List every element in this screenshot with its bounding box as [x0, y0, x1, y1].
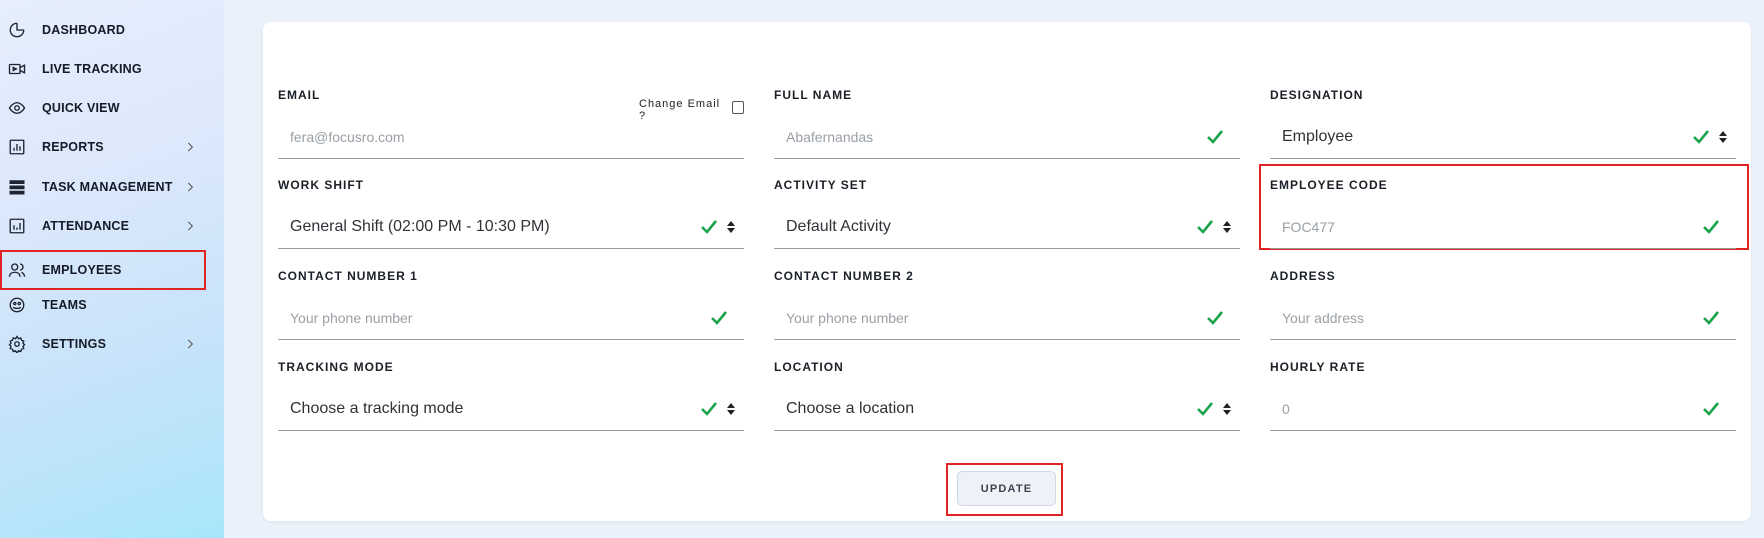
sidebar-item-label: TASK MANAGEMENT — [42, 180, 173, 194]
sidebar-item-label: ATTENDANCE — [42, 219, 130, 233]
designation-field: DESIGNATION Employee — [1270, 88, 1736, 168]
chevron-right-icon — [183, 219, 197, 233]
sidebar-item-teams[interactable]: TEAMS — [2, 286, 205, 324]
activity-set-value: Default Activity — [786, 218, 891, 235]
employee-code-input[interactable]: FOC477 — [1270, 206, 1736, 249]
address-field: ADDRESS Your address — [1270, 269, 1736, 349]
address-label: ADDRESS — [1270, 269, 1336, 283]
email-label: EMAIL — [278, 88, 321, 102]
address-input[interactable]: Your address — [1270, 297, 1736, 340]
address-placeholder: Your address — [1282, 310, 1364, 326]
sidebar-item-label: REPORTS — [42, 140, 104, 154]
sidebar-item-dashboard[interactable]: DASHBOARD — [2, 11, 205, 49]
location-value: Choose a location — [786, 400, 915, 417]
check-icon — [1702, 219, 1720, 235]
server-stack-icon — [7, 177, 27, 197]
designation-select[interactable]: Employee — [1270, 116, 1736, 159]
work-shift-field: WORK SHIFT General Shift (02:00 PM - 10:… — [278, 178, 744, 258]
eye-icon — [7, 98, 27, 118]
sort-arrows-icon — [1222, 220, 1232, 234]
contact-number-1-label: CONTACT NUMBER 1 — [278, 269, 418, 283]
sidebar-item-live-tracking[interactable]: LIVE TRACKING — [2, 50, 205, 88]
activity-set-label: ACTIVITY SET — [774, 178, 868, 192]
sidebar-item-quick-view[interactable]: QUICK VIEW — [2, 89, 205, 127]
sort-arrows-icon — [726, 402, 736, 416]
employee-code-field: EMPLOYEE CODE FOC477 — [1259, 164, 1749, 258]
sort-arrows-icon — [1718, 130, 1728, 144]
employee-code-placeholder: FOC477 — [1282, 219, 1335, 235]
tracking-mode-select[interactable]: Choose a tracking mode — [278, 388, 744, 431]
tracking-mode-value: Choose a tracking mode — [290, 400, 464, 417]
team-smile-icon — [7, 295, 27, 315]
update-button[interactable]: UPDATE — [957, 471, 1056, 506]
check-icon — [1196, 401, 1214, 417]
designation-value: Employee — [1282, 128, 1354, 145]
chevron-right-icon — [183, 140, 197, 154]
work-shift-value: General Shift (02:00 PM - 10:30 PM) — [290, 218, 550, 235]
attendance-chart-icon — [7, 216, 27, 236]
location-field: LOCATION Choose a location — [774, 360, 1240, 440]
sidebar-item-label: DASHBOARD — [42, 23, 126, 37]
full-name-placeholder: Abafernandas — [786, 129, 874, 145]
full-name-input[interactable]: Abafernandas — [774, 116, 1240, 159]
contact-number-2-input[interactable]: Your phone number — [774, 297, 1240, 340]
contact-number-1-placeholder: Your phone number — [290, 310, 413, 326]
contact-number-2-placeholder: Your phone number — [786, 310, 909, 326]
check-icon — [1206, 310, 1224, 326]
employee-edit-form: EMAIL Change Email ? fera@focusro.com FU… — [263, 22, 1751, 521]
sidebar-item-reports[interactable]: REPORTS — [2, 128, 205, 166]
hourly-rate-label: HOURLY RATE — [1270, 360, 1366, 374]
users-icon — [7, 260, 27, 280]
contact-number-2-label: CONTACT NUMBER 2 — [774, 269, 914, 283]
sort-arrows-icon — [1222, 402, 1232, 416]
email-placeholder: fera@focusro.com — [290, 129, 405, 145]
contact-number-1-input[interactable]: Your phone number — [278, 297, 744, 340]
change-email-checkbox[interactable] — [731, 100, 744, 114]
check-icon — [1702, 401, 1720, 417]
check-icon — [700, 401, 718, 417]
sidebar-item-label: EMPLOYEES — [42, 263, 122, 277]
check-icon — [1692, 129, 1710, 145]
sidebar-item-label: LIVE TRACKING — [42, 62, 142, 76]
email-input[interactable]: fera@focusro.com — [278, 116, 744, 159]
hourly-rate-input[interactable]: 0 — [1270, 388, 1736, 431]
sidebar-item-label: TEAMS — [42, 298, 87, 312]
work-shift-label: WORK SHIFT — [278, 178, 364, 192]
hourly-rate-placeholder: 0 — [1282, 401, 1290, 417]
employee-code-label: EMPLOYEE CODE — [1270, 178, 1388, 192]
chevron-right-icon — [183, 337, 197, 351]
sidebar-item-label: SETTINGS — [42, 337, 107, 351]
sidebar-item-attendance[interactable]: ATTENDANCE — [2, 207, 205, 245]
sidebar-item-label: QUICK VIEW — [42, 101, 120, 115]
check-icon — [1206, 129, 1224, 145]
location-label: LOCATION — [774, 360, 844, 374]
sidebar: DASHBOARD LIVE TRACKING QUICK VIEW REPOR… — [0, 0, 224, 538]
work-shift-select[interactable]: General Shift (02:00 PM - 10:30 PM) — [278, 206, 744, 249]
check-icon — [700, 219, 718, 235]
sidebar-item-task-management[interactable]: TASK MANAGEMENT — [2, 168, 205, 206]
full-name-label: FULL NAME — [774, 88, 853, 102]
sort-arrows-icon — [726, 220, 736, 234]
contact-number-2-field: CONTACT NUMBER 2 Your phone number — [774, 269, 1240, 349]
check-icon — [1702, 310, 1720, 326]
sidebar-item-employees[interactable]: EMPLOYEES — [0, 250, 206, 290]
contact-number-1-field: CONTACT NUMBER 1 Your phone number — [278, 269, 744, 349]
activity-set-select[interactable]: Default Activity — [774, 206, 1240, 249]
gear-icon — [7, 334, 27, 354]
check-icon — [1196, 219, 1214, 235]
pie-chart-icon — [7, 20, 27, 40]
tracking-mode-field: TRACKING MODE Choose a tracking mode — [278, 360, 744, 440]
report-chart-icon — [7, 137, 27, 157]
full-name-field: FULL NAME Abafernandas — [774, 88, 1240, 168]
hourly-rate-field: HOURLY RATE 0 — [1270, 360, 1736, 440]
designation-label: DESIGNATION — [1270, 88, 1364, 102]
activity-set-field: ACTIVITY SET Default Activity — [774, 178, 1240, 258]
tracking-mode-label: TRACKING MODE — [278, 360, 394, 374]
chevron-right-icon — [183, 180, 197, 194]
video-icon — [7, 59, 27, 79]
check-icon — [710, 310, 728, 326]
email-field: EMAIL Change Email ? fera@focusro.com — [278, 88, 744, 168]
location-select[interactable]: Choose a location — [774, 388, 1240, 431]
sidebar-item-settings[interactable]: SETTINGS — [2, 325, 205, 363]
